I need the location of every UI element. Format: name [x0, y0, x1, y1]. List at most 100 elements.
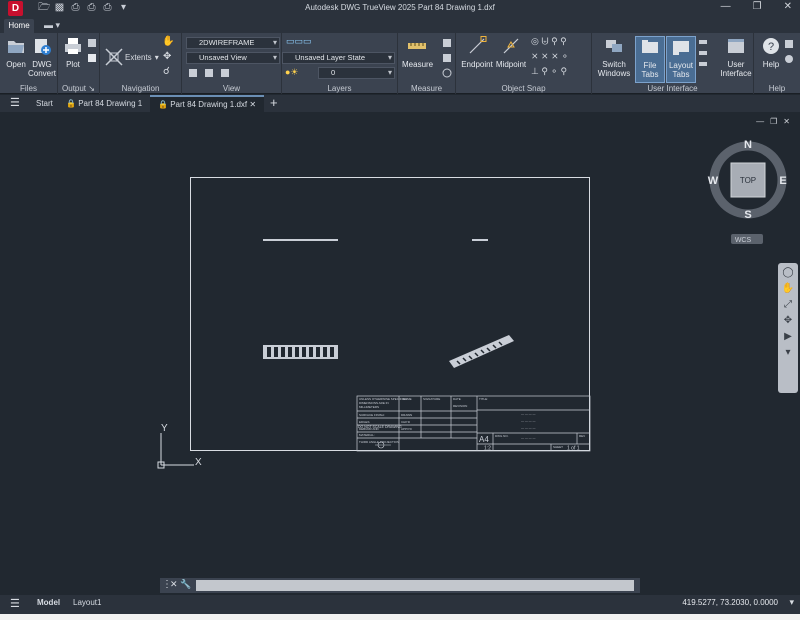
title-bar: D 🗁 ▩ ⎙ ⎙ ⎙ ▾ Autodesk DWG TrueView 2025… — [0, 0, 800, 18]
svg-text:— — — —: — — — — — [521, 412, 536, 416]
info-icon[interactable] — [784, 39, 794, 49]
zoom-extents-icon[interactable]: ⤢ — [780, 298, 796, 311]
svg-text:CHK'D: CHK'D — [401, 420, 411, 424]
panel-help: ? Help Help — [754, 33, 800, 94]
svg-text:DWG NO.: DWG NO. — [495, 434, 509, 438]
navigation-bar: ◯ ✋ ⤢ ✥ ▶ ▾ — [778, 263, 798, 393]
svg-text:REVISION: REVISION — [453, 404, 467, 408]
preview-icon[interactable] — [87, 53, 97, 63]
tab-layout1[interactable]: Layout1 — [73, 598, 101, 607]
scale-text: 1:2 — [484, 446, 491, 452]
compass-e: E — [779, 175, 786, 187]
plot-icon — [65, 38, 81, 54]
switch-windows-icon — [606, 40, 622, 52]
sheet-number-text: 1 of 1 — [567, 446, 580, 452]
user-interface-icon — [728, 39, 744, 53]
compass-s: S — [744, 209, 751, 221]
orbit-icon[interactable]: ✥ — [163, 51, 171, 62]
showmotion-icon[interactable]: ▶ — [780, 330, 796, 343]
drawing-sheet: UNLESS OTHERWISE SPECIFIED: DIMENSIONS A… — [190, 177, 591, 452]
close-icon[interactable]: ✕ — [783, 117, 790, 126]
extents-icon[interactable] — [104, 47, 124, 67]
menu-icon[interactable]: ☰ — [10, 96, 20, 109]
svg-text:MATERIAL:: MATERIAL: — [359, 433, 375, 437]
compass-w: W — [708, 175, 719, 187]
help-button[interactable]: ? Help — [756, 36, 786, 69]
pan-hand-icon[interactable]: ✋ — [780, 282, 796, 295]
list-icon[interactable] — [442, 38, 452, 48]
ruler-icon — [408, 43, 426, 49]
drawing-canvas[interactable]: — ❐ ✕ UNLESS OTHERWISE SPECIFIED: DIMENS… — [0, 113, 800, 595]
measure-button[interactable]: Measure — [402, 36, 433, 69]
close-icon[interactable]: ✕ — [784, 1, 792, 12]
perpendicular-snap-icon[interactable]: ⨯ ⨯ ⨯ ⚬ — [531, 51, 569, 62]
orbit-icon[interactable]: ✥ — [780, 314, 796, 327]
svg-text:TITLE:: TITLE: — [479, 397, 488, 401]
user-interface-button[interactable]: User Interface — [718, 36, 754, 78]
open-folder-icon — [8, 41, 24, 53]
current-layer-dropdown[interactable]: 0 — [318, 67, 395, 79]
viewport-icon[interactable] — [204, 68, 214, 78]
plot-button[interactable]: Plot — [58, 36, 88, 69]
compass-n: N — [744, 139, 752, 151]
doc-tab-start[interactable]: Start — [28, 95, 61, 112]
midpoint-button[interactable]: Midpoint — [494, 36, 528, 69]
close-icon[interactable]: ✕ — [249, 100, 256, 109]
steering-wheel-icon[interactable]: ◯ — [780, 266, 796, 279]
layout-tabs-button[interactable]: Layout Tabs — [666, 36, 696, 83]
panel-expand-icon[interactable]: ↘ — [88, 84, 95, 93]
new-tab-icon[interactable]: + — [270, 95, 278, 110]
lock-icon: 🔒 — [158, 100, 168, 109]
close-icon[interactable]: ✕ — [170, 579, 178, 590]
layer-visibility-icon[interactable]: ●☀ — [285, 67, 299, 78]
panel-layers: ▭▭▭ Unsaved Layer State ●☀ 0 Layers — [282, 33, 398, 94]
svg-text:THIRD ANGLE PROJECTION: THIRD ANGLE PROJECTION — [359, 440, 399, 444]
toolbars-icon[interactable] — [698, 39, 708, 69]
command-input[interactable] — [196, 580, 634, 591]
bottom-strip — [0, 614, 800, 620]
svg-text:DRAWN: DRAWN — [401, 413, 412, 417]
endpoint-button[interactable]: Endpoint — [460, 36, 494, 69]
id-point-icon[interactable] — [442, 53, 452, 63]
visual-style-dropdown[interactable]: 2DWIREFRAME — [186, 37, 280, 49]
minimize-icon[interactable]: — — [721, 1, 731, 12]
svg-text:DATE: DATE — [453, 397, 461, 401]
ribbon-minimize-icon[interactable]: ▬ ▾ — [44, 20, 60, 31]
svg-text:— — — —: — — — — — [521, 419, 536, 423]
panel-files: Open DWG Convert Files — [0, 33, 58, 94]
named-views-icon[interactable] — [220, 68, 230, 78]
layer-properties-icon[interactable]: ▭▭▭ — [286, 36, 312, 47]
dwg-convert-icon — [35, 39, 51, 55]
viewcube[interactable]: TOP N S W E WCS — [703, 136, 793, 248]
svg-text:SURFACE FINISH:: SURFACE FINISH: — [359, 413, 385, 417]
zoom-icon[interactable]: ☌ — [163, 66, 170, 77]
quick-measure-icon[interactable] — [442, 68, 452, 78]
extents-button[interactable]: Extents ▾ — [125, 53, 159, 62]
customize-navbar-icon[interactable]: ▾ — [780, 346, 796, 359]
restore-icon[interactable]: ❐ — [770, 117, 777, 126]
tab-model[interactable]: Model — [37, 598, 60, 607]
tangent-snap-icon[interactable]: ⊥ ⚲ ⚬ ⚲ — [531, 66, 567, 77]
panel-label-help: Help — [768, 84, 786, 93]
file-tabs-button[interactable]: File Tabs — [635, 36, 665, 83]
about-icon[interactable] — [784, 54, 794, 64]
layer-state-dropdown[interactable]: Unsaved Layer State — [282, 52, 395, 64]
doc-tab-part84-dxf[interactable]: 🔒 Part 84 Drawing 1.dxf ✕ — [150, 95, 265, 112]
menu-icon[interactable]: ☰ — [10, 597, 20, 610]
customize-icon[interactable]: 🔧 — [180, 579, 191, 590]
status-menu-icon[interactable]: ▾ — [789, 597, 794, 608]
panel-label-output: Output ↘ — [62, 84, 95, 93]
view-cube-icon[interactable] — [188, 68, 198, 78]
center-snap-icon[interactable]: ◎ ⨄ ⚲ ⚲ — [531, 36, 567, 47]
svg-text:SIGNATURE: SIGNATURE — [423, 397, 440, 401]
tab-home[interactable]: Home — [4, 19, 34, 33]
batch-plot-icon[interactable] — [87, 38, 97, 48]
switch-windows-button[interactable]: Switch Windows — [596, 36, 632, 78]
pan-hand-icon[interactable]: ✋ — [162, 36, 174, 47]
named-view-dropdown[interactable]: Unsaved View — [186, 52, 280, 64]
minimize-icon[interactable]: — — [756, 117, 764, 126]
dwg-convert-button[interactable]: DWG Convert — [27, 36, 57, 78]
restore-icon[interactable]: ❐ — [753, 1, 762, 12]
panel-label-object-snap: Object Snap — [501, 84, 546, 93]
doc-tab-part84[interactable]: 🔒 Part 84 Drawing 1 — [58, 95, 150, 112]
